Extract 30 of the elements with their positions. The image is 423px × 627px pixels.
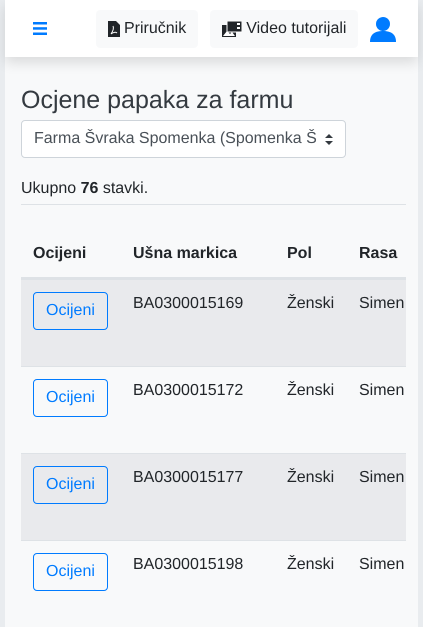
table-cell: Ženski — [287, 295, 334, 312]
sort-arrows-icon — [325, 134, 333, 144]
table-cell: Simen — [359, 295, 404, 312]
user-icon[interactable] — [370, 16, 396, 42]
table-cell: Ženski — [287, 469, 334, 486]
table-cell: Simen — [359, 382, 404, 399]
rate-button[interactable]: Ocijeni — [33, 553, 108, 591]
table-cell: Ženski — [287, 382, 334, 399]
column-header: Rasa — [359, 245, 398, 262]
farm-select[interactable]: Farma Švraka Spomenka (Spomenka Š — [21, 120, 346, 158]
table-cell: Simen — [359, 469, 404, 486]
rate-button[interactable]: Ocijeni — [33, 292, 108, 330]
column-header: Ocijeni — [33, 245, 86, 262]
table-cell: BA0300015172 — [133, 382, 244, 399]
table-cell: Ženski — [287, 556, 334, 573]
photo-film-icon — [222, 20, 242, 36]
manual-button[interactable]: Priručnik — [96, 10, 198, 48]
rate-button[interactable]: Ocijeni — [33, 466, 108, 504]
page-title: Ocjene papaka za farmu — [21, 85, 294, 115]
menu-icon[interactable] — [33, 22, 47, 35]
column-header: Pol — [287, 245, 312, 262]
table-cell: BA0300015177 — [133, 469, 244, 486]
table-cell: BA0300015198 — [133, 556, 244, 573]
table-cell: Simen — [359, 556, 404, 573]
total-count: Ukupno 76 stavki. — [21, 177, 406, 205]
table-cell: BA0300015169 — [133, 295, 244, 312]
tutorials-button[interactable]: Video tutorijali — [210, 10, 358, 48]
rate-button[interactable]: Ocijeni — [33, 379, 108, 417]
column-header: Ušna markica — [133, 245, 238, 262]
pdf-file-icon — [108, 20, 120, 36]
